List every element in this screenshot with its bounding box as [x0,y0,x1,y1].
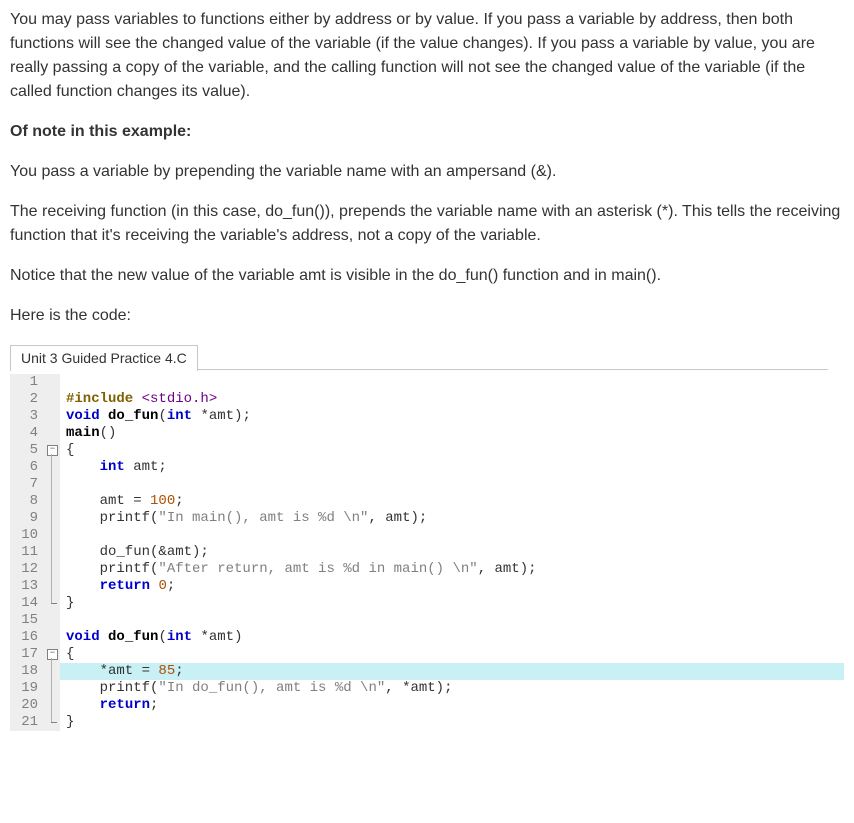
code-line: 8 amt = 100; [10,493,844,510]
code-text: *amt = 85; [60,663,844,680]
line-number: 21 [10,714,46,731]
fold-gutter [46,476,60,493]
code-text: main() [60,425,844,442]
line-number: 11 [10,544,46,561]
note-heading: Of note in this example: [10,120,844,144]
code-text: amt = 100; [60,493,844,510]
fold-gutter [46,391,60,408]
code-line: 13 return 0; [10,578,844,595]
line-number: 1 [10,374,46,391]
line-number: 20 [10,697,46,714]
fold-gutter [46,561,60,578]
fold-gutter [46,663,60,680]
fold-gutter [46,697,60,714]
code-text: } [60,714,844,731]
fold-gutter [46,680,60,697]
code-text: #include <stdio.h> [60,391,844,408]
line-number: 5 [10,442,46,459]
code-text: { [60,442,844,459]
code-line: 19 printf("In do_fun(), amt is %d \n", *… [10,680,844,697]
fold-gutter: − [46,646,60,663]
line-number: 3 [10,408,46,425]
fold-gutter [46,544,60,561]
line-number: 16 [10,629,46,646]
code-line: 6 int amt; [10,459,844,476]
fold-gutter [46,612,60,629]
fold-gutter [46,459,60,476]
line-number: 7 [10,476,46,493]
code-text [60,374,844,391]
fold-gutter: − [46,442,60,459]
code-line: 21} [10,714,844,731]
code-text [60,612,844,629]
code-line: 17−{ [10,646,844,663]
code-text: return 0; [60,578,844,595]
code-line: 11 do_fun(&amt); [10,544,844,561]
code-text: { [60,646,844,663]
line-number: 2 [10,391,46,408]
line-number: 6 [10,459,46,476]
code-text: int amt; [60,459,844,476]
code-line: 15 [10,612,844,629]
code-line: 12 printf("After return, amt is %d in ma… [10,561,844,578]
fold-gutter [46,629,60,646]
fold-gutter [46,425,60,442]
line-number: 14 [10,595,46,612]
line-number: 15 [10,612,46,629]
fold-toggle-icon[interactable]: − [47,445,58,456]
fold-gutter [46,527,60,544]
line-number: 19 [10,680,46,697]
line-number: 9 [10,510,46,527]
editor-tabs: Unit 3 Guided Practice 4.C [10,344,844,370]
fold-gutter [46,578,60,595]
code-text: void do_fun(int *amt); [60,408,844,425]
line-number: 18 [10,663,46,680]
code-line: 14} [10,595,844,612]
code-line: 3 void do_fun(int *amt); [10,408,844,425]
note-1: You pass a variable by prepending the va… [10,160,844,184]
code-line: 5−{ [10,442,844,459]
code-text: } [60,595,844,612]
fold-gutter [46,714,60,731]
code-line: 18 *amt = 85; [10,663,844,680]
fold-toggle-icon[interactable]: − [47,649,58,660]
code-line: 9 printf("In main(), amt is %d \n", amt)… [10,510,844,527]
code-text: printf("After return, amt is %d in main(… [60,561,844,578]
fold-gutter [46,493,60,510]
code-editor: 12 #include <stdio.h> 3 void do_fun(int *am… [10,374,844,731]
code-intro: Here is the code: [10,304,844,328]
code-text: printf("In do_fun(), amt is %d \n", *amt… [60,680,844,697]
line-number: 12 [10,561,46,578]
code-text [60,476,844,493]
code-line: 16 void do_fun(int *amt) [10,629,844,646]
code-text: return; [60,697,844,714]
line-number: 4 [10,425,46,442]
code-line: 4 main() [10,425,844,442]
fold-gutter [46,510,60,527]
line-number: 13 [10,578,46,595]
code-line: 10 [10,527,844,544]
code-line: 2 #include <stdio.h> [10,391,844,408]
line-number: 10 [10,527,46,544]
code-text: printf("In main(), amt is %d \n", amt); [60,510,844,527]
note-3: Notice that the new value of the variabl… [10,264,844,288]
fold-gutter [46,595,60,612]
line-number: 17 [10,646,46,663]
note-2: The receiving function (in this case, do… [10,200,844,248]
code-text [60,527,844,544]
fold-gutter [46,408,60,425]
file-tab[interactable]: Unit 3 Guided Practice 4.C [10,345,198,371]
code-line: 20 return; [10,697,844,714]
fold-gutter [46,374,60,391]
intro-paragraph: You may pass variables to functions eith… [10,8,844,104]
code-line: 7 [10,476,844,493]
code-line: 1 [10,374,844,391]
code-text: void do_fun(int *amt) [60,629,844,646]
line-number: 8 [10,493,46,510]
code-text: do_fun(&amt); [60,544,844,561]
